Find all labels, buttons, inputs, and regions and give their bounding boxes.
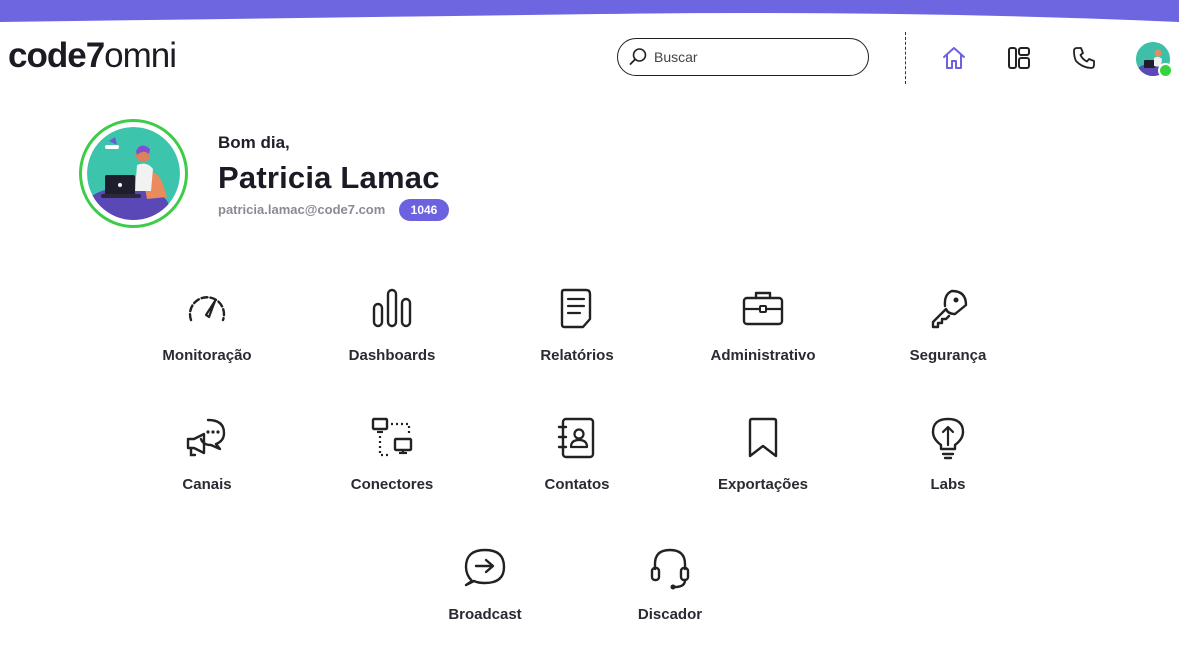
network-icon	[371, 417, 413, 457]
module-exportacoes[interactable]: Exportações	[688, 412, 838, 512]
online-status-dot	[1158, 63, 1173, 78]
module-label: Conectores	[350, 476, 434, 493]
user-name: Patricia Lamac	[218, 160, 440, 195]
headset-icon	[650, 548, 690, 590]
greeting-text: Bom dia,	[218, 133, 290, 152]
module-label: Segurança	[909, 347, 987, 364]
module-label: Relatórios	[540, 347, 614, 364]
module-contatos[interactable]: Contatos	[502, 412, 652, 512]
module-relatorios[interactable]: Relatórios	[502, 283, 652, 383]
module-discador[interactable]: Discador	[595, 542, 745, 642]
module-labs[interactable]: Labs	[873, 412, 1023, 512]
module-canais[interactable]: Canais	[132, 412, 282, 512]
logo-light-text: omni	[104, 36, 177, 75]
module-label: Labs	[930, 476, 966, 493]
phone-button[interactable]	[1069, 43, 1099, 73]
phone-icon	[1073, 47, 1095, 69]
search-box[interactable]	[617, 38, 869, 76]
module-label: Dashboards	[348, 347, 436, 364]
module-label: Canais	[182, 476, 232, 493]
megaphone-icon	[186, 418, 226, 457]
module-label: Contatos	[544, 476, 610, 493]
header-divider	[905, 32, 906, 84]
lightbulb-icon	[931, 417, 965, 460]
profile-avatar[interactable]	[79, 119, 188, 228]
home-icon	[943, 47, 965, 69]
document-icon	[560, 288, 592, 329]
module-seguranca[interactable]: Segurança	[873, 283, 1023, 383]
chat-arrow-icon	[464, 548, 506, 587]
logo-bold-text: code7	[8, 36, 105, 75]
user-avatar-small[interactable]	[1136, 42, 1173, 78]
bookmark-icon	[748, 417, 778, 458]
search-icon	[629, 48, 647, 65]
search-input[interactable]	[654, 49, 854, 65]
module-broadcast[interactable]: Broadcast	[410, 542, 560, 642]
module-label: Exportações	[717, 476, 809, 493]
briefcase-icon	[742, 291, 784, 326]
profile-illustration	[87, 127, 180, 220]
module-label: Broadcast	[448, 606, 522, 623]
module-monitoracao[interactable]: Monitoração	[132, 283, 282, 383]
layout-button[interactable]	[1004, 43, 1034, 73]
module-dashboards[interactable]: Dashboards	[317, 283, 467, 383]
module-label: Monitoração	[162, 347, 252, 364]
layout-icon	[1008, 47, 1030, 69]
module-conectores[interactable]: Conectores	[317, 412, 467, 512]
home-button[interactable]	[939, 43, 969, 73]
bar-chart-icon	[372, 288, 412, 328]
user-email: patricia.lamac@code7.com	[218, 202, 386, 217]
header-wave	[0, 0, 1179, 26]
speedometer-icon	[188, 296, 226, 322]
user-extension-badge: 1046	[399, 199, 449, 221]
module-administrativo[interactable]: Administrativo	[688, 283, 838, 383]
module-label: Discador	[637, 606, 703, 623]
contacts-book-icon	[557, 417, 595, 459]
key-icon	[931, 289, 968, 329]
module-label: Administrativo	[710, 347, 816, 364]
app-logo[interactable]: code7omni	[8, 36, 177, 75]
